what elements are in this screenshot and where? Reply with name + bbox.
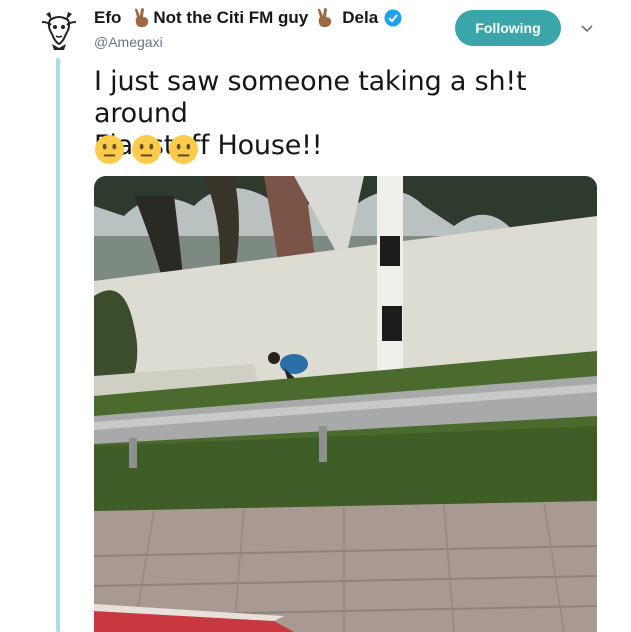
user-handle[interactable]: @Amegaxi (94, 32, 402, 52)
display-name-part3: Dela (342, 8, 379, 27)
neutral-face-icon (94, 134, 125, 165)
emoji-row (94, 134, 199, 165)
victory-hand-icon (135, 8, 149, 28)
thread-line (56, 58, 60, 632)
tweet-header: Efo Not the Citi FM guy Dela @Amegaxi (94, 6, 402, 52)
display-name-part2: Not the Citi FM guy (153, 8, 309, 27)
tweet-text-line1: I just saw someone taking a sh!t around (94, 66, 527, 129)
following-button[interactable]: Following (455, 10, 561, 46)
display-name[interactable]: Efo Not the Citi FM guy Dela (94, 6, 402, 30)
neutral-face-icon (168, 134, 199, 165)
avatar[interactable] (38, 8, 80, 50)
victory-hand-icon (318, 8, 332, 28)
display-name-part1: Efo (94, 8, 122, 27)
tweet-photo[interactable] (94, 176, 597, 632)
chevron-down-icon[interactable] (580, 24, 594, 34)
neutral-face-icon (131, 134, 162, 165)
verified-badge-icon (384, 9, 402, 27)
